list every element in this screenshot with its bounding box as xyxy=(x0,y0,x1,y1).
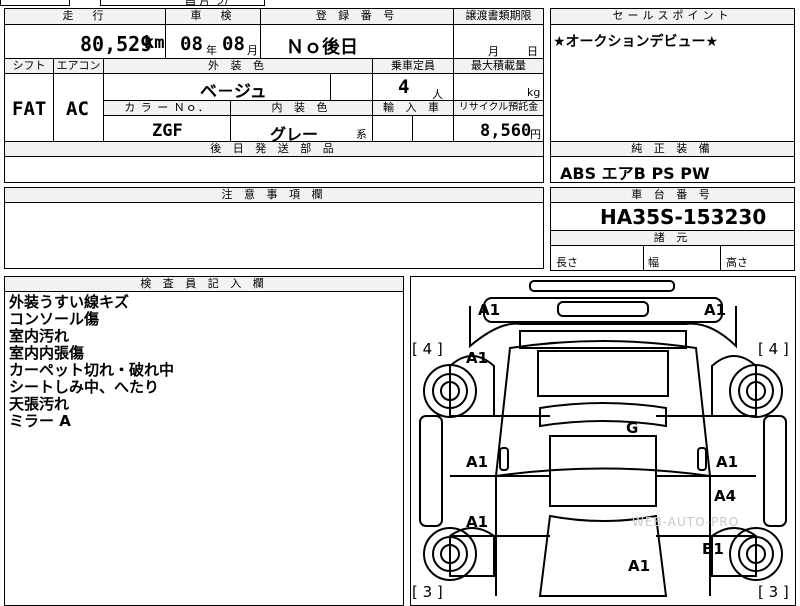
damage-mark: A4 xyxy=(714,487,737,505)
damage-mark: A1 xyxy=(704,301,727,319)
load-unit: kg xyxy=(527,86,541,99)
transfer-day-unit: 日 xyxy=(527,45,538,58)
top-fragment-box-2 xyxy=(100,0,265,6)
selling-points-label: セールスポイント xyxy=(550,8,795,25)
remark-item: コンソール傷 xyxy=(9,310,100,328)
tire-tread-label: [ 4 ] xyxy=(758,340,789,358)
remark-item: 外装うすい線キズ xyxy=(9,293,130,311)
chassis-number: HA35S-153230 xyxy=(600,205,767,229)
capacity-label: 乗車定員 xyxy=(372,58,454,74)
interior-color-label: 内 装 色 xyxy=(230,100,373,116)
later-parts-label: 後 日 発 送 部 品 xyxy=(4,141,544,157)
car-outline-diagram xyxy=(419,280,787,597)
shift-label: シフト xyxy=(4,58,54,74)
equipment-label: 純 正 装 備 xyxy=(550,141,795,157)
ac-label: エアコン xyxy=(53,58,104,74)
max-load-label: 最大積載量 xyxy=(453,58,544,74)
remark-item: シートしみ中、へたり xyxy=(9,378,160,396)
remark-item: 室内内張傷 xyxy=(9,344,85,362)
interior-suffix: 系 xyxy=(356,128,367,141)
transfer-month-unit: 月 xyxy=(488,45,499,58)
notes-label: 注 意 事 項 欄 xyxy=(4,187,544,203)
tire-tread-label: [ 3 ] xyxy=(412,583,443,601)
damage-mark: A1 xyxy=(466,349,489,367)
color-number-value: ZGF xyxy=(152,121,183,141)
year-unit: 年 xyxy=(206,44,217,57)
inspection-month: 08 xyxy=(222,33,245,55)
remark-item: カーペット切れ・破れ中 xyxy=(9,361,175,379)
tire-tread-label: [ 3 ] xyxy=(758,583,789,601)
damage-mark: A1 xyxy=(466,513,489,531)
damage-mark: A1 xyxy=(478,301,501,319)
inspector-remarks: 外装うすい線キズ コンソール傷 室内汚れ 室内内張傷 カーペット切れ・破れ中 シ… xyxy=(9,294,174,430)
remark-item: 室内汚れ xyxy=(9,327,70,345)
recycle-unit: 円 xyxy=(530,128,541,141)
damage-mark: G xyxy=(626,419,639,437)
recycle-deposit-label: リサイクル預託金 xyxy=(453,100,544,116)
damage-mark: B1 xyxy=(702,540,724,558)
ac-value: AC xyxy=(66,98,89,120)
watermark: WEB-AUTO-PRO xyxy=(632,515,740,529)
damage-mark: A1 xyxy=(716,453,739,471)
damage-mark: A1 xyxy=(628,557,651,575)
inspection-label: 車 検 xyxy=(165,8,261,25)
length-label: 長さ xyxy=(556,256,578,269)
height-label: 高さ xyxy=(726,256,748,269)
capacity-value: 4 xyxy=(398,76,410,98)
registration-label: 登 録 番 号 xyxy=(260,8,454,25)
mileage-label: 走 行 xyxy=(4,8,166,25)
top-fragment-text: 昌 片 ラ/ xyxy=(185,0,229,7)
shift-value: FAT xyxy=(12,98,47,120)
color-number-label: カ ラ ー Ｎｏ． xyxy=(103,100,231,116)
dimensions-label: 諸 元 xyxy=(550,230,795,246)
damage-mark: A1 xyxy=(466,453,489,471)
registration-value: Ｎｏ後日 xyxy=(286,37,358,58)
transfer-deadline-label: 譲渡書類期限 xyxy=(453,8,544,25)
remark-item: ミラー A xyxy=(9,412,71,430)
recycle-value: 8,560 xyxy=(480,121,532,141)
width-label: 幅 xyxy=(648,256,659,269)
month-unit: 月 xyxy=(247,44,258,57)
chassis-label: 車 台 番 号 xyxy=(550,187,795,203)
imported-car-label: 輸 入 車 xyxy=(372,100,454,116)
selling-points-text: ★オークションデビュー★ xyxy=(553,34,719,50)
top-fragment-box xyxy=(0,0,70,6)
mileage-unit: km xyxy=(144,33,165,53)
exterior-color-label: 外 装 色 xyxy=(103,58,373,74)
mileage-value: 80,529 xyxy=(80,32,153,56)
inspection-year: 08 xyxy=(180,33,203,55)
exterior-color-value: ベ－ジュ xyxy=(200,82,267,102)
inspector-label: 検 査 員 記 入 欄 xyxy=(4,276,404,292)
remark-item: 天張汚れ xyxy=(9,395,70,413)
selling-points-box xyxy=(550,8,795,142)
tire-tread-label: [ 4 ] xyxy=(412,340,443,358)
equipment-value: ABS エアB PS PW xyxy=(560,164,710,183)
